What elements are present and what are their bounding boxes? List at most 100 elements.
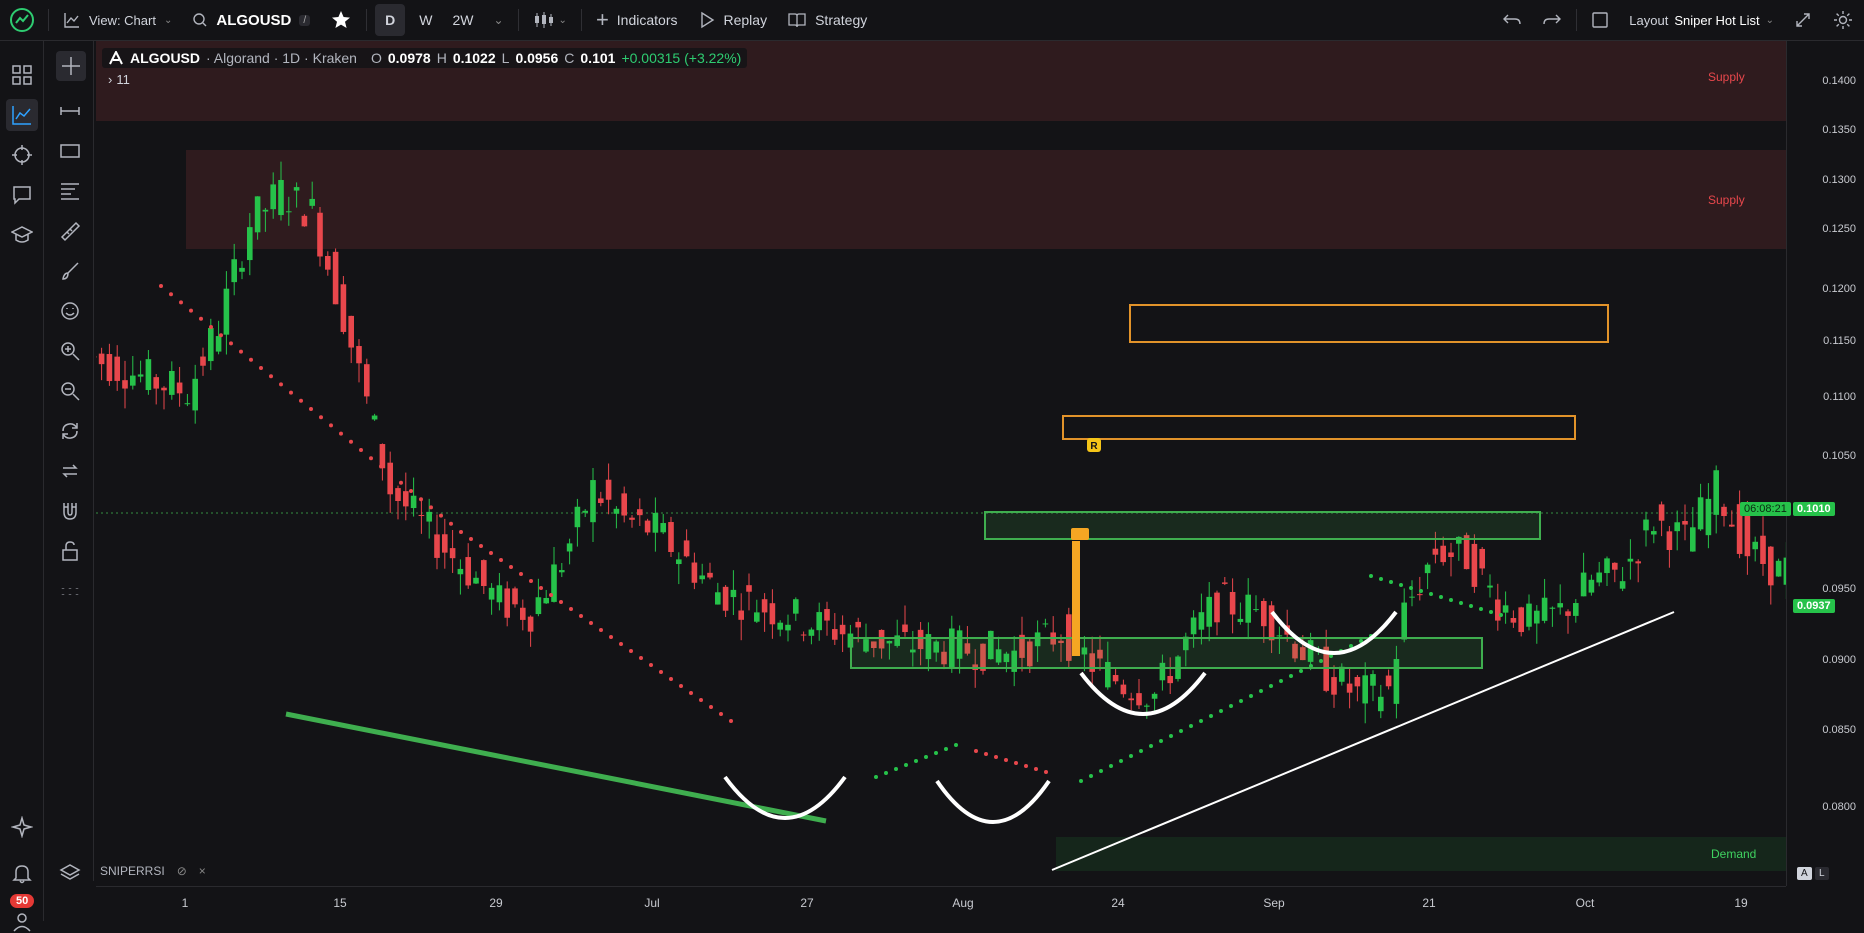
more-tools-icon[interactable]	[58, 579, 82, 603]
sar-dot	[259, 366, 263, 370]
user-avatar-icon[interactable]	[10, 909, 34, 933]
unlock-icon[interactable]	[58, 539, 82, 563]
zoom-out-icon[interactable]	[58, 379, 82, 403]
expand-icon[interactable]	[1784, 0, 1822, 41]
sar-dot	[429, 505, 433, 510]
sar-dot	[884, 771, 888, 775]
view-chart-dropdown[interactable]: View: Chart ⌄	[53, 0, 182, 41]
sar-dot	[649, 663, 653, 667]
sar-dot	[1279, 679, 1283, 683]
refresh-icon[interactable]	[58, 419, 82, 443]
horizontal-measure-icon[interactable]	[58, 99, 82, 123]
candle-body	[824, 609, 830, 621]
legend-change-value: +0.00315 (+3.22%)	[621, 50, 742, 66]
bell-icon[interactable]	[10, 861, 34, 885]
indicators-label: Indicators	[616, 12, 678, 28]
support-box	[850, 637, 1483, 669]
education-cap-icon[interactable]	[10, 223, 34, 247]
time-tick: 27	[800, 896, 814, 910]
indicator-name: SNIPERRSI	[100, 864, 165, 878]
candle-body	[293, 187, 300, 191]
sparkle-ai-icon[interactable]	[10, 815, 34, 839]
candle-body	[660, 523, 666, 533]
sar-dot	[1139, 749, 1143, 753]
candle-body	[637, 509, 643, 516]
sar-dot	[1044, 770, 1048, 774]
sar-dot	[539, 586, 543, 590]
symbol-edit-marker: /	[299, 14, 311, 26]
interval-2w-button[interactable]: 2W	[442, 0, 483, 41]
crosshair-target-icon[interactable]	[10, 143, 34, 167]
bar-countdown-tag: 06:08:21	[1740, 502, 1791, 516]
fullscreen-square-icon[interactable]	[1581, 0, 1619, 41]
sar-dot	[709, 705, 713, 709]
candle-body	[106, 354, 113, 382]
sar-dot	[1219, 709, 1223, 713]
candle-body	[208, 328, 214, 362]
candle-body	[1112, 675, 1119, 682]
legend-low-label: L	[501, 50, 510, 66]
redo-icon[interactable]	[1532, 0, 1572, 41]
candle-body	[247, 227, 253, 261]
replay-button[interactable]: Replay	[688, 0, 778, 41]
chart-nav-icon[interactable]	[6, 99, 38, 131]
candle-body	[1604, 558, 1610, 574]
sar-dot	[449, 521, 453, 526]
zoom-in-icon[interactable]	[58, 339, 82, 363]
sar-dot	[1209, 714, 1213, 718]
candle-body	[325, 255, 331, 270]
price-axis[interactable]: 0.1400 0.1350 0.1300 0.1250 0.1200 0.115…	[1786, 41, 1864, 886]
layout-dropdown[interactable]: Layout Sniper Hot List ⌄	[1619, 0, 1784, 41]
candle-body	[1346, 683, 1353, 693]
chart-type-button[interactable]: ⌄	[523, 0, 577, 41]
layers-icon[interactable]	[58, 861, 82, 885]
candle-body	[1705, 498, 1712, 536]
log-scale-button[interactable]: L	[1815, 867, 1829, 880]
candle-body	[777, 622, 783, 630]
emoji-icon[interactable]	[58, 299, 82, 323]
reset-arrows-icon[interactable]	[58, 459, 82, 483]
settings-gear-icon[interactable]	[1822, 0, 1864, 41]
fib-lines-icon[interactable]	[58, 179, 82, 203]
magnet-icon[interactable]	[58, 499, 82, 523]
toolbar-divider	[366, 9, 368, 31]
candle-body	[1760, 535, 1766, 564]
interval-d-button[interactable]: D	[375, 4, 406, 36]
price-chart[interactable]: R	[83, 41, 1864, 886]
symbol-name: ALGOUSD	[216, 11, 292, 29]
symbol-search[interactable]: ALGOUSD /	[182, 0, 320, 41]
brush-icon[interactable]	[58, 259, 82, 283]
indicators-button[interactable]: + Indicators	[586, 0, 688, 41]
interval-more-chevron-icon[interactable]: ⌄	[483, 0, 513, 41]
sar-dot	[389, 472, 393, 477]
candle-body	[192, 378, 198, 411]
candle-body	[317, 212, 323, 257]
strategy-button[interactable]: Strategy	[777, 0, 877, 41]
candle-body	[605, 479, 612, 500]
sar-dot	[489, 551, 493, 555]
resistance-box	[1062, 415, 1576, 440]
crosshair-icon[interactable]	[56, 51, 86, 81]
favorite-star-icon[interactable]	[320, 0, 362, 41]
sar-dot	[1089, 774, 1093, 778]
close-icon[interactable]: ×	[199, 864, 206, 878]
candle-body	[683, 540, 690, 557]
ruler-icon[interactable]	[58, 219, 82, 243]
sar-dot	[359, 448, 363, 452]
sar-dot	[299, 398, 303, 403]
undo-icon[interactable]	[1492, 0, 1532, 41]
sar-dot	[599, 628, 603, 632]
time-axis[interactable]: 1 15 29 Jul 27 Aug 24 Sep 21 Oct 19	[96, 886, 1786, 921]
legend-collapse-toggle[interactable]: › 11	[108, 72, 130, 87]
chat-icon[interactable]	[10, 183, 34, 207]
rectangle-tool-icon[interactable]	[58, 139, 82, 163]
logo-icon[interactable]	[0, 0, 44, 41]
sar-dot	[199, 316, 203, 321]
chart-pane[interactable]: R	[83, 41, 1864, 886]
eye-hidden-icon[interactable]: ⊘	[177, 864, 187, 878]
interval-w-button[interactable]: W	[409, 0, 442, 41]
grid-apps-icon[interactable]	[10, 63, 34, 87]
candle-body	[832, 629, 838, 640]
auto-scale-button[interactable]: A	[1797, 867, 1812, 880]
candle-body	[262, 209, 269, 212]
